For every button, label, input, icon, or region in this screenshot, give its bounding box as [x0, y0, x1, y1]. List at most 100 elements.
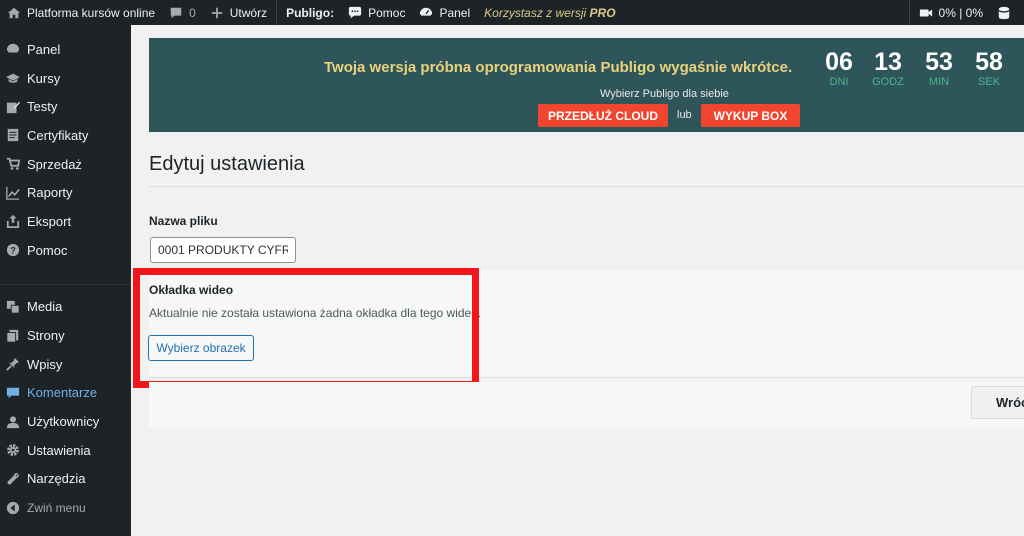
sidebar-item-help[interactable]: ? Pomoc [0, 236, 131, 265]
sidebar-collapse-menu[interactable]: Zwiń menu [0, 493, 131, 522]
extend-cloud-button[interactable]: PRZEDŁUŻ CLOUD [538, 104, 668, 127]
sidebar-item-pages[interactable]: Strony [0, 321, 131, 350]
settings-icon [7, 444, 19, 457]
sidebar-item-label: Eksport [27, 213, 72, 229]
sidebar-item-label: Kursy [27, 70, 61, 86]
sidebar-item-label: Testy [27, 99, 58, 115]
publigo-brand[interactable]: Publigo: [279, 0, 341, 25]
countdown-unit: DNI [829, 76, 849, 88]
plus-icon [211, 7, 222, 18]
version-name: PRO [589, 5, 616, 20]
title-divider [149, 186, 1024, 187]
or-label: lub [677, 109, 692, 121]
sidebar-item-sales[interactable]: Sprzedaż [0, 150, 131, 179]
panel-label: Panel [439, 5, 471, 20]
version-text: Korzystasz z wersji [484, 5, 587, 20]
sidebar-item-label: Narzędzia [27, 471, 86, 487]
sidebar-item-label: Sprzedaż [27, 156, 82, 172]
database-icon [998, 6, 1010, 19]
chat-icon [348, 6, 362, 18]
sidebar-item-tools[interactable]: Narzędzia [0, 465, 131, 494]
stats-link[interactable]: 0% | 0% [912, 0, 990, 25]
highlight-box [133, 268, 479, 388]
countdown-value: 13 [874, 48, 902, 76]
comments-count: 0 [189, 5, 196, 20]
help-icon: ? [6, 244, 20, 257]
sidebar-item-export[interactable]: Eksport [0, 207, 131, 236]
publigo-label: Publigo: [286, 5, 335, 20]
edit-icon [6, 101, 20, 113]
site-name: Platforma kursów online [27, 5, 156, 20]
sidebar-item-label: Raporty [27, 185, 73, 201]
help-link[interactable]: Pomoc [341, 0, 412, 25]
countdown-unit: SEK [977, 76, 1000, 88]
comment-icon [170, 7, 182, 18]
wrench-icon [7, 473, 19, 485]
new-content-link[interactable]: Utwórz [203, 0, 274, 25]
sidebar-item-label: Ustawienia [27, 442, 91, 458]
camera-icon [919, 9, 932, 16]
sidebar-item-label: Użytkownicy [27, 414, 100, 430]
countdown-value: 53 [925, 48, 953, 76]
sidebar-item-courses[interactable]: Kursy [0, 64, 131, 93]
sidebar-item-media[interactable]: Media [0, 293, 131, 322]
sidebar-item-label: Zwiń menu [27, 500, 86, 515]
document-icon [7, 129, 19, 142]
adminbar-right: 0% | 0% [907, 0, 1024, 25]
chart-line-icon [6, 186, 20, 200]
adminbar-divider [908, 0, 910, 25]
home-icon [7, 7, 21, 18]
database-link[interactable] [990, 0, 1024, 25]
countdown-value: 58 [975, 48, 1003, 76]
stats-value: 0% | 0% [938, 5, 983, 20]
countdown-seconds: 58 SEK [964, 49, 1014, 88]
sidebar-item-settings[interactable]: Ustawienia [0, 436, 131, 465]
cart-icon [6, 157, 20, 170]
sidebar-separator [0, 265, 131, 285]
file-name-input[interactable] [150, 237, 296, 263]
gauge-icon [420, 7, 433, 16]
collapse-icon [6, 501, 20, 514]
help-label: Pomoc [368, 5, 406, 20]
sidebar-item-comments[interactable]: Komentarze [0, 379, 131, 408]
sidebar-item-posts[interactable]: Wpisy [0, 350, 131, 379]
version-note: Korzystasz z wersji PRO [477, 0, 622, 25]
adminbar-divider [276, 0, 278, 25]
pin-icon [6, 358, 20, 371]
sidebar-item-users[interactable]: Użytkownicy [0, 407, 131, 436]
comment-icon [6, 387, 20, 399]
trial-message: Twoja wersja próbna oprogramowania Publi… [324, 59, 793, 76]
sidebar-item-tests[interactable]: Testy [0, 92, 131, 121]
admin-sidebar: Panel Kursy Testy Certyfikaty Sprzedaż R… [0, 25, 131, 536]
sidebar-item-reports[interactable]: Raporty [0, 178, 131, 207]
back-button[interactable]: Wróć [971, 386, 1024, 419]
countdown-hours: 13 GODZ [863, 49, 913, 88]
svg-text:?: ? [10, 246, 15, 256]
buy-box-button[interactable]: WYKUP BOX [701, 104, 800, 127]
countdown-unit: GODZ [872, 76, 904, 88]
sidebar-item-label: Komentarze [27, 385, 98, 401]
sidebar-item-certificates[interactable]: Certyfikaty [0, 121, 131, 150]
media-icon [6, 300, 20, 314]
countdown-days: 06 DNI [814, 49, 864, 88]
panel-link[interactable]: Panel [412, 0, 477, 25]
banner-subtitle: Wybierz Publigo dla siebie [600, 88, 729, 100]
file-name-label: Nazwa pliku [149, 214, 218, 228]
new-label: Utwórz [229, 5, 268, 20]
sidebar-item-label: Strony [27, 328, 65, 344]
user-icon [6, 415, 20, 428]
graduation-cap-icon [6, 73, 20, 83]
gauge-icon [6, 44, 20, 53]
footer-actions [149, 382, 1024, 427]
site-name-link[interactable]: Platforma kursów online [0, 0, 162, 25]
comments-link[interactable]: 0 [162, 0, 203, 25]
countdown-unit: MIN [928, 76, 950, 88]
sidebar-item-label: Panel [27, 41, 61, 57]
export-icon [6, 215, 20, 229]
page-title: Edytuj ustawienia [149, 153, 305, 175]
sidebar-item-panel[interactable]: Panel [0, 35, 131, 64]
countdown-minutes: 53 MIN [914, 49, 964, 88]
trial-banner: Twoja wersja próbna oprogramowania Publi… [149, 38, 1024, 132]
pages-icon [6, 329, 19, 343]
